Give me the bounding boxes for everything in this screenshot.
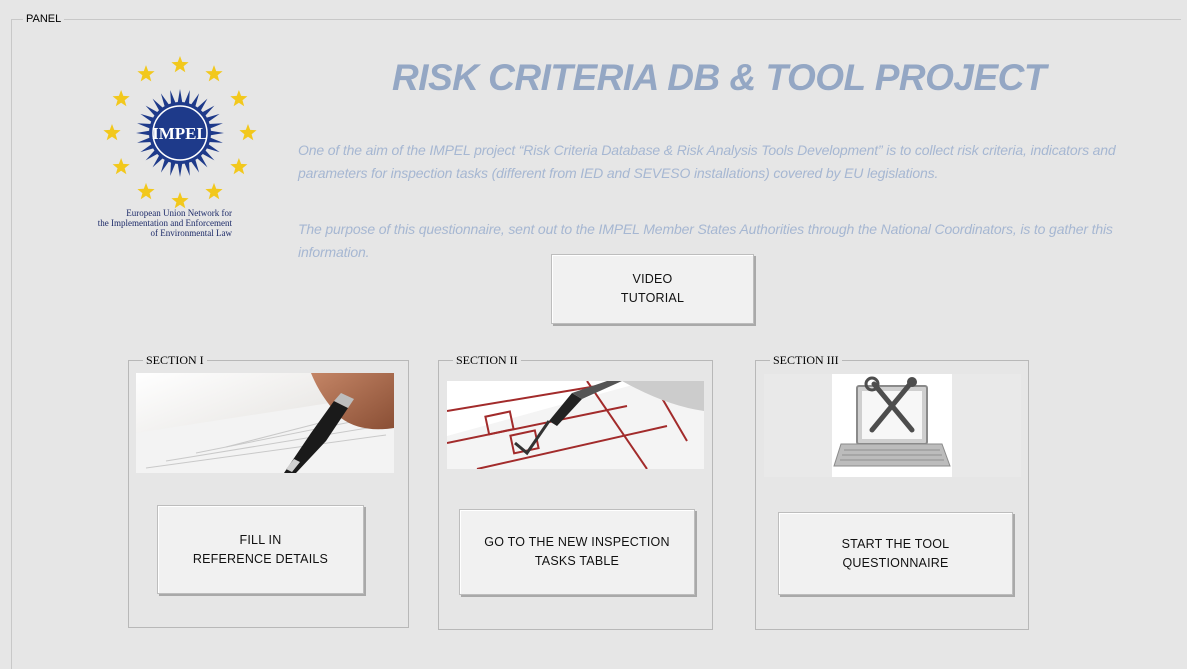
page-title: RISK CRITERIA DB & TOOL PROJECT bbox=[392, 57, 1047, 98]
logo-ray bbox=[136, 130, 151, 136]
eu-star-icon bbox=[171, 192, 189, 209]
logo-text: IMPEL bbox=[152, 124, 208, 143]
eu-star-icon bbox=[112, 158, 130, 175]
eu-star-icon bbox=[103, 124, 121, 141]
video-tutorial-button[interactable]: VIDEO TUTORIAL bbox=[551, 254, 754, 324]
start-tool-questionnaire-button[interactable]: START THE TOOL QUESTIONNAIRE bbox=[778, 512, 1013, 595]
logo-ray bbox=[137, 123, 152, 129]
eu-star-icon bbox=[112, 90, 130, 107]
logo-ray bbox=[208, 123, 223, 129]
eu-star-icon bbox=[137, 65, 155, 82]
eu-star-icon bbox=[239, 124, 257, 141]
go-to-new-inspection-tasks-table-button[interactable]: GO TO THE NEW INSPECTION TASKS TABLE bbox=[459, 509, 695, 595]
logo-caption: European Union Network for the Implement… bbox=[28, 208, 232, 238]
logo-ray bbox=[184, 90, 190, 105]
eu-star-icon bbox=[171, 56, 189, 73]
eu-star-icon bbox=[230, 90, 248, 107]
section-2-legend: SECTION II bbox=[453, 354, 521, 366]
logo-ray bbox=[170, 90, 176, 105]
section-3-legend: SECTION III bbox=[770, 354, 842, 366]
eu-star-icon bbox=[205, 182, 223, 200]
eu-star-icon bbox=[205, 65, 223, 82]
eu-star-icon bbox=[137, 182, 155, 200]
logo-caption-line: of Environmental Law bbox=[150, 228, 232, 238]
description-paragraph-1: One of the aim of the IMPEL project “Ris… bbox=[298, 142, 1116, 181]
logo-ray bbox=[177, 89, 183, 104]
section-1-legend: SECTION I bbox=[143, 354, 207, 366]
panel-legend: PANEL bbox=[23, 13, 65, 25]
fill-in-reference-details-button[interactable]: FILL IN REFERENCE DETAILS bbox=[157, 505, 364, 594]
eu-star-icon bbox=[230, 158, 248, 175]
logo-caption-line: European Union Network for bbox=[126, 208, 232, 218]
logo-ray bbox=[208, 137, 223, 143]
laptop-tools-image bbox=[764, 374, 1021, 477]
logo-ray bbox=[170, 161, 176, 176]
logo-ray bbox=[184, 161, 190, 176]
logo-ray bbox=[209, 130, 224, 136]
logo-caption-line: the Implementation and Enforcement bbox=[97, 218, 232, 228]
logo-ray bbox=[137, 137, 152, 143]
checklist-image bbox=[447, 381, 704, 469]
pen-signing-image bbox=[136, 373, 394, 473]
logo-ray bbox=[177, 162, 183, 177]
